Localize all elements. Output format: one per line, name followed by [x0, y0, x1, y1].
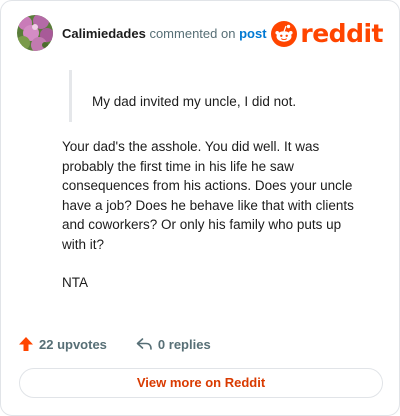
quoted-text: My dad invited my uncle, I did not. — [92, 94, 297, 109]
reddit-logo[interactable]: reddit — [271, 19, 383, 49]
replies-count: 0 replies — [157, 336, 211, 352]
upvotes-count: 22 upvotes — [39, 336, 107, 352]
replies-button[interactable]: 0 replies — [136, 336, 211, 352]
comment-body: Your dad's the asshole. You did well. It… — [62, 137, 362, 312]
reddit-snoo-icon — [271, 21, 298, 47]
action-text: commented on — [149, 26, 236, 41]
reply-arrow-icon — [136, 338, 152, 350]
reddit-wordmark: reddit — [300, 19, 383, 48]
comment-header: Calimiedades commented on post reddit — [17, 15, 383, 53]
view-more-button[interactable]: View more on Reddit — [19, 368, 383, 398]
comment-actions: 22 upvotes 0 replies — [18, 333, 240, 355]
embedded-comment-card: Calimiedades commented on post reddit My… — [0, 0, 400, 416]
upvote-arrow-icon — [19, 337, 33, 351]
quoted-text-block: My dad invited my uncle, I did not. — [69, 70, 382, 122]
user-avatar[interactable] — [17, 15, 53, 51]
upvotes-button[interactable]: 22 upvotes — [18, 336, 107, 352]
comment-byline: Calimiedades commented on post — [62, 26, 267, 41]
comment-paragraph: NTA — [62, 275, 88, 290]
post-link[interactable]: post — [239, 26, 266, 41]
username-link[interactable]: Calimiedades — [62, 26, 146, 41]
flower-avatar-icon — [17, 15, 53, 51]
comment-paragraph: Your dad's the asshole. You did well. It… — [62, 139, 354, 252]
